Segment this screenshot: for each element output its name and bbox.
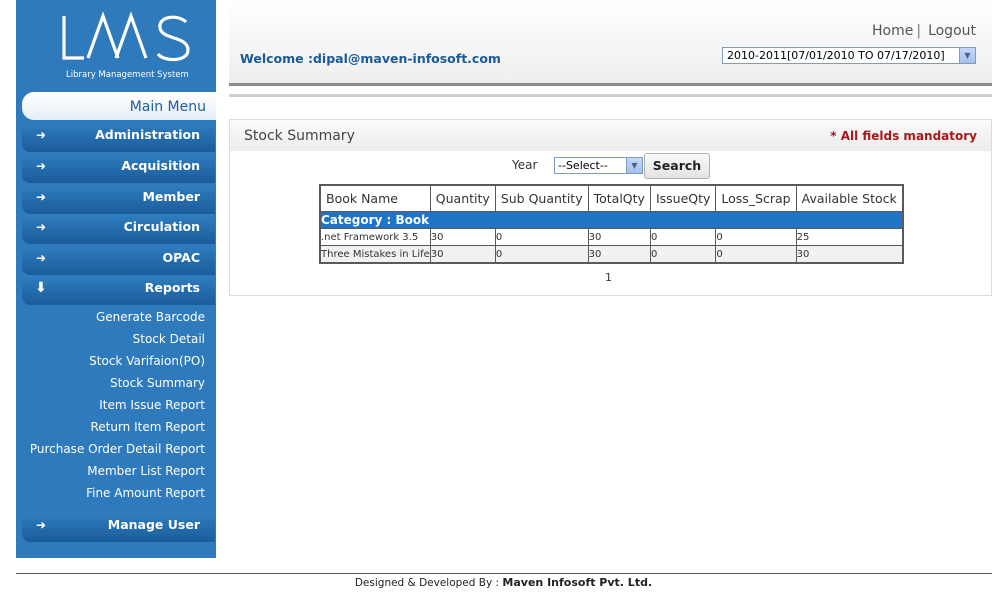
chevron-down-icon[interactable]: ▼ xyxy=(626,158,642,173)
table-cell: 0 xyxy=(715,228,797,246)
menu-acquisition[interactable]: ➜ Acquisition xyxy=(22,154,215,183)
arrow-right-icon: ➜ xyxy=(35,128,47,142)
table-cell: 0 xyxy=(494,228,589,246)
main-menu-header: Main Menu xyxy=(22,92,216,120)
table-cell: 0 xyxy=(649,228,717,246)
menu-administration[interactable]: ➜ Administration xyxy=(22,123,215,152)
report-link-generate-barcode[interactable]: Generate Barcode xyxy=(22,310,205,324)
column-header: TotalQty xyxy=(588,185,651,212)
year-select-value: --Select-- xyxy=(558,159,608,172)
report-link-stock-summary[interactable]: Stock Summary xyxy=(22,376,205,390)
column-header: IssueQty xyxy=(650,185,717,212)
report-link-stock-detail[interactable]: Stock Detail xyxy=(22,332,205,346)
menu-opac[interactable]: ➜ OPAC xyxy=(22,246,215,275)
table-cell: .net Framework 3.5 xyxy=(319,228,431,246)
page-header: Home | Logout Welcome :dipal@maven-infosof… xyxy=(229,0,992,86)
category-label: Category : Book xyxy=(319,211,904,229)
link-separator: | xyxy=(916,23,922,39)
svg-text:Library Management System: Library Management System xyxy=(66,70,189,80)
table-cell: 30 xyxy=(429,245,496,264)
table-cell: 30 xyxy=(587,245,651,264)
lms-logo: Library Management System xyxy=(62,11,190,80)
menu-label: Circulation xyxy=(123,219,200,234)
menu-circulation[interactable]: ➜ Circulation xyxy=(22,215,215,244)
report-link-fine-amount[interactable]: Fine Amount Report xyxy=(22,486,205,500)
table-cell: 30 xyxy=(429,228,496,246)
table-cell: 0 xyxy=(715,245,797,264)
table-cell: 0 xyxy=(494,245,589,264)
column-header: Available Stock xyxy=(796,185,904,212)
footer-prefix: Designed & Developed By : xyxy=(354,577,503,589)
search-button[interactable]: Search xyxy=(644,153,710,179)
menu-label: Reports xyxy=(144,280,200,295)
footer-divider xyxy=(16,573,992,574)
page-title: Stock Summary xyxy=(244,128,355,144)
table-cell: 30 xyxy=(587,228,651,246)
table-cell: 25 xyxy=(795,228,904,246)
menu-label: Administration xyxy=(95,127,200,142)
year-label: Year xyxy=(512,158,538,172)
home-link[interactable]: Home xyxy=(872,23,913,39)
session-year-select[interactable]: 2010-2011[07/01/2010 TO 07/17/2010] ▼ xyxy=(722,47,976,64)
footer: Designed & Developed By : Maven Infosoft… xyxy=(0,576,1007,589)
menu-manage-user[interactable]: ➜ Manage User xyxy=(22,513,215,542)
footer-company: Maven Infosoft Pvt. Ltd. xyxy=(502,576,653,589)
column-header: Loss_Scrap xyxy=(715,185,797,212)
arrow-right-icon: ➜ xyxy=(35,518,47,532)
arrow-right-icon: ➜ xyxy=(35,251,47,265)
table-header-row: Book Name Quantity Sub Quantity TotalQty… xyxy=(320,185,904,212)
table-cell: 0 xyxy=(649,245,717,264)
arrow-down-icon: ⬇ xyxy=(35,280,47,296)
report-link-stock-varifaion[interactable]: Stock Varifaion(PO) xyxy=(22,354,205,368)
menu-label: Acquisition xyxy=(121,158,200,173)
welcome-text: Welcome :dipal@maven-infosoft.com xyxy=(240,51,501,66)
category-row: Category : Book xyxy=(319,211,904,229)
table-row: Three Mistakes in Life 30 0 30 0 0 30 xyxy=(319,245,904,264)
chevron-down-icon[interactable]: ▼ xyxy=(959,48,975,63)
logout-link[interactable]: Logout xyxy=(928,23,976,39)
panel-header: Stock Summary * All fields mandatory xyxy=(230,120,991,151)
stock-summary-panel: Stock Summary * All fields mandatory Yea… xyxy=(229,119,992,296)
menu-member[interactable]: ➜ Member xyxy=(22,185,215,214)
arrow-right-icon: ➜ xyxy=(35,220,47,234)
menu-label: OPAC xyxy=(162,250,201,265)
arrow-right-icon: ➜ xyxy=(35,159,47,173)
table-cell: 30 xyxy=(795,245,904,264)
report-link-member-list[interactable]: Member List Report xyxy=(22,464,205,478)
menu-label: Member xyxy=(142,189,200,204)
table-cell: Three Mistakes in Life xyxy=(319,245,431,264)
report-link-purchase-order-detail[interactable]: Purchase Order Detail Report xyxy=(22,442,205,456)
column-header: Sub Quantity xyxy=(495,185,589,212)
column-header: Quantity xyxy=(430,185,496,212)
stock-table: Book Name Quantity Sub Quantity TotalQty… xyxy=(319,184,904,264)
arrow-right-icon: ➜ xyxy=(35,190,47,204)
top-links: Home | Logout xyxy=(872,23,976,39)
column-header: Book Name xyxy=(320,185,431,212)
mandatory-note: * All fields mandatory xyxy=(830,129,977,143)
menu-reports[interactable]: ⬇ Reports xyxy=(22,276,215,305)
year-select[interactable]: --Select-- ▼ xyxy=(554,157,643,174)
report-link-return-item[interactable]: Return Item Report xyxy=(22,420,205,434)
session-year-value: 2010-2011[07/01/2010 TO 07/17/2010] xyxy=(727,49,945,62)
header-divider xyxy=(229,94,992,97)
table-row: .net Framework 3.5 30 0 30 0 0 25 xyxy=(319,228,904,246)
menu-label: Manage User xyxy=(107,517,200,532)
report-link-item-issue[interactable]: Item Issue Report xyxy=(22,398,205,412)
pager-page-1[interactable]: 1 xyxy=(605,271,612,284)
